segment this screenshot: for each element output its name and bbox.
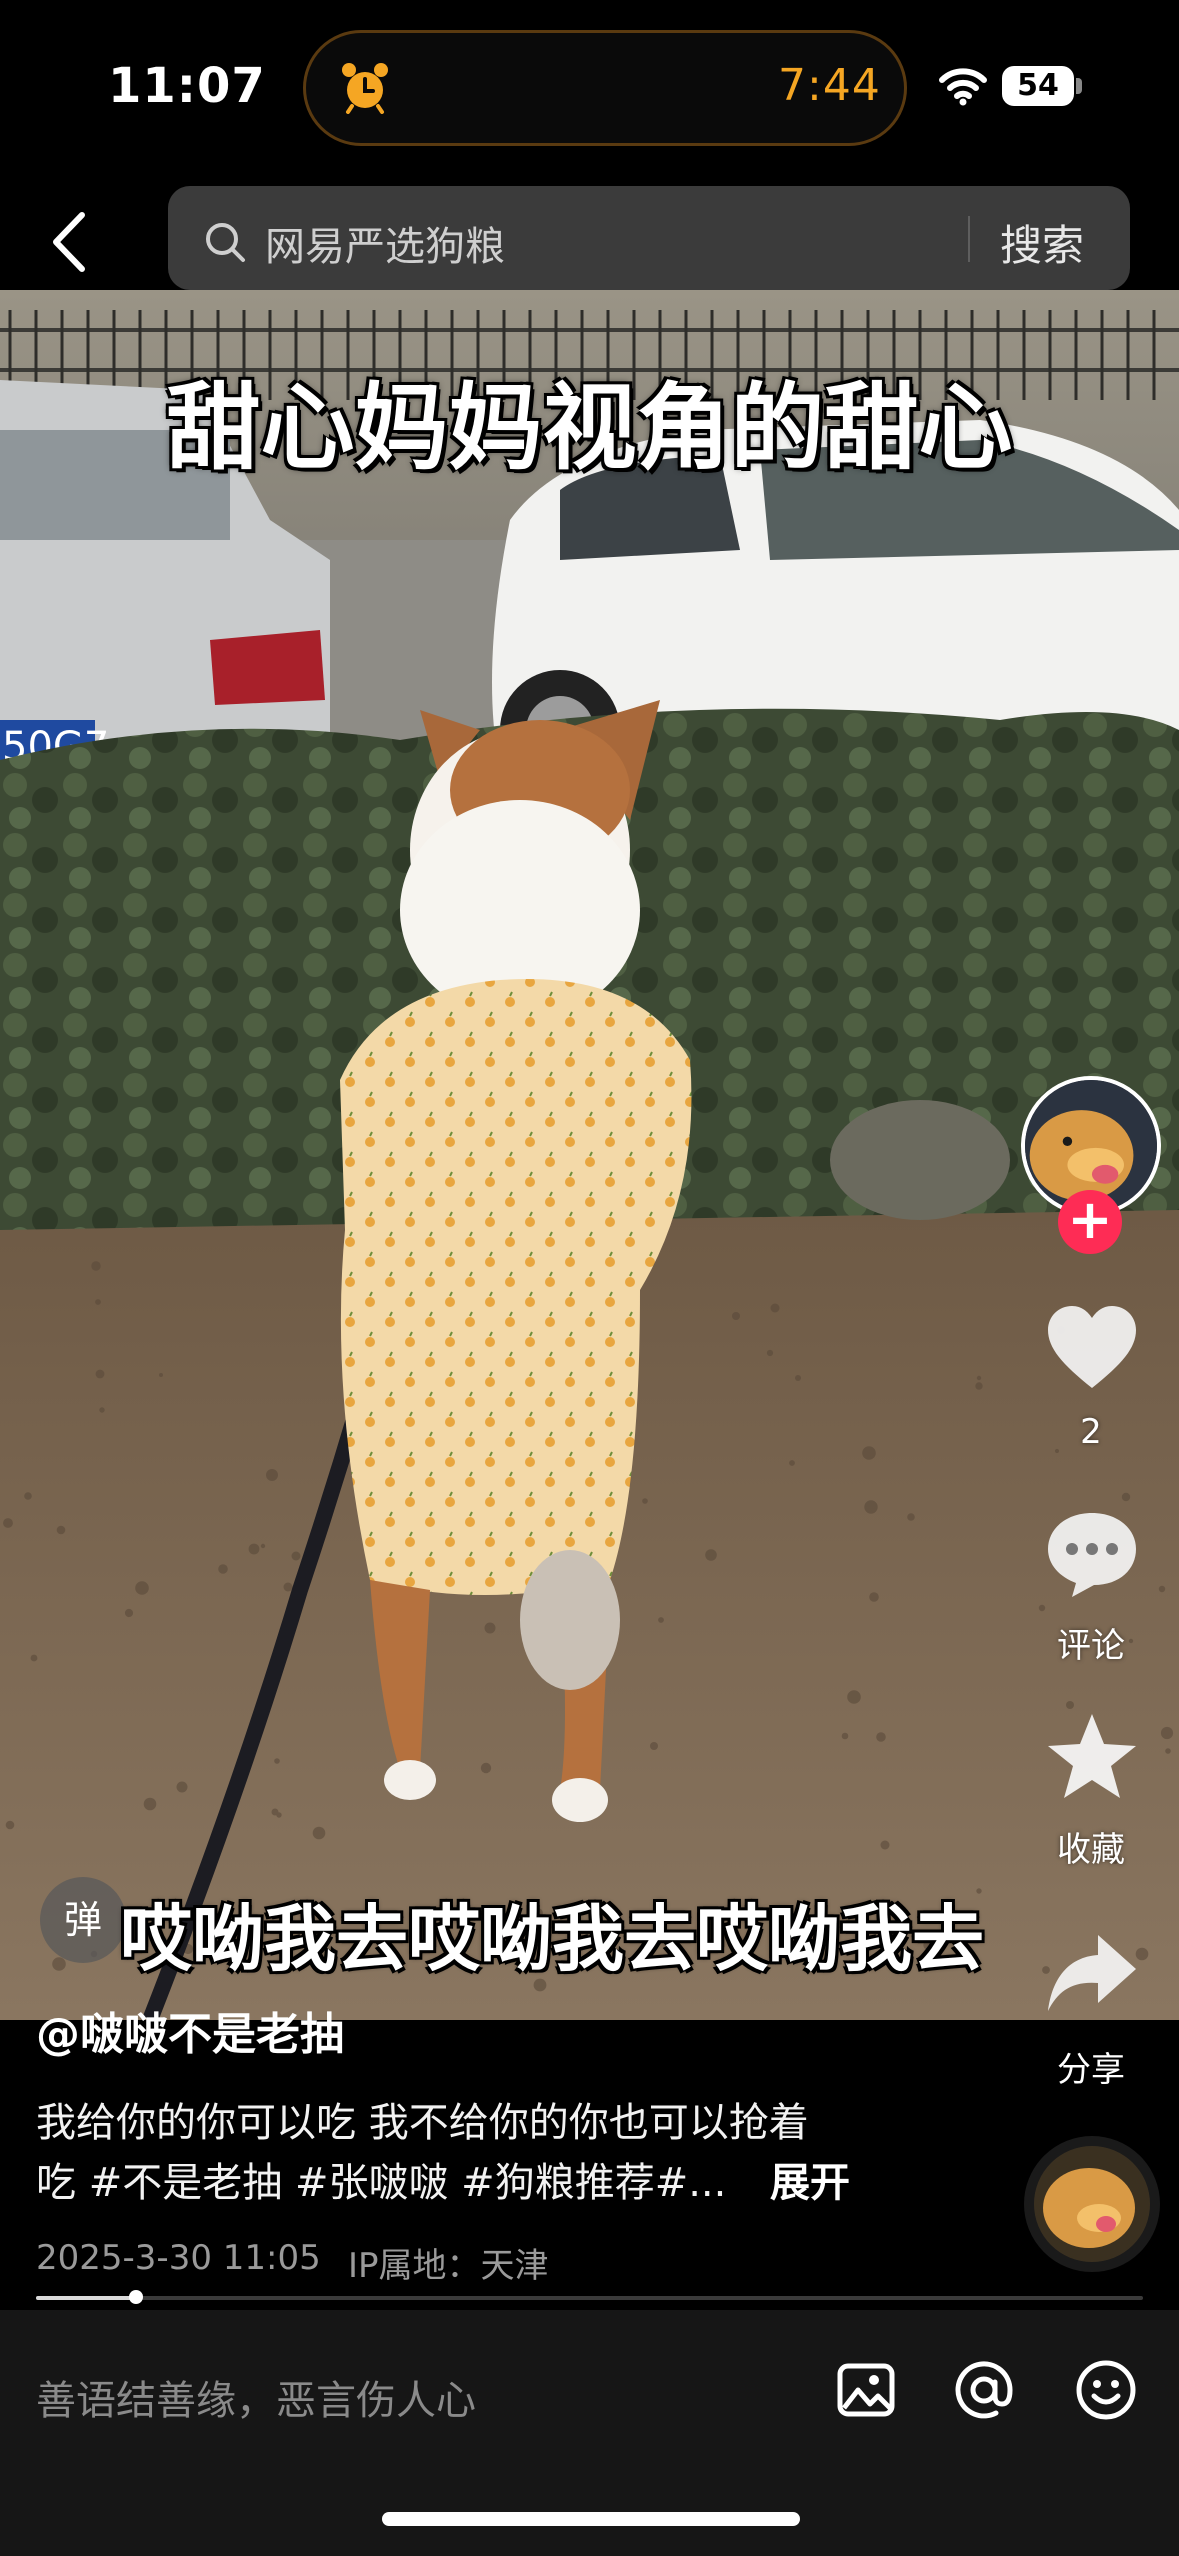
music-cover-icon <box>1034 2146 1150 2262</box>
alarm-countdown: 7:44 <box>778 60 881 111</box>
video-player[interactable]: 50G7 <box>0 290 1179 2020</box>
comment-input[interactable]: 善语结善缘，恶言伤人心 <box>36 2368 476 2426</box>
author-name[interactable]: @啵啵不是老抽 <box>36 1998 344 2062</box>
battery-indicator: 54 <box>1002 66 1074 106</box>
post-date: 2025-3-30 11:05 <box>36 2238 321 2278</box>
search-icon <box>206 223 245 262</box>
video-subtitle: 哎呦我去哎呦我去哎呦我去 <box>120 1897 985 1981</box>
status-time: 11:07 <box>108 58 266 114</box>
video-progress-handle[interactable] <box>129 2290 143 2304</box>
search-button[interactable]: 搜索 <box>1000 212 1084 273</box>
video-frame: 50G7 <box>0 290 1179 2020</box>
comment-icon[interactable] <box>1042 1505 1142 1601</box>
home-indicator[interactable] <box>382 2512 800 2526</box>
mention-at-icon[interactable] <box>952 2358 1016 2422</box>
ip-location: IP属地：天津 <box>348 2246 549 2286</box>
caption-text-line2[interactable]: 吃 #不是老抽 #张啵啵 #狗粮推荐#... <box>36 2150 726 2208</box>
star-icon[interactable] <box>1042 1710 1142 1806</box>
wifi-icon <box>939 68 987 106</box>
search-input[interactable]: 网易严选狗粮 <box>265 214 505 272</box>
share-arrow-icon[interactable] <box>1042 1925 1142 2021</box>
caption-text-line1: 我给你的你可以吃 我不给你的你也可以抢着 <box>36 2100 809 2146</box>
heart-icon[interactable] <box>1042 1300 1142 1396</box>
alarm-clock-icon <box>342 63 388 114</box>
comment-label: 评论 <box>1057 1626 1125 1666</box>
emoji-icon[interactable] <box>1074 2358 1138 2422</box>
back-button[interactable] <box>38 205 98 279</box>
video-progress-bar[interactable] <box>36 2296 1143 2300</box>
danmaku-toggle-button[interactable]: 弹 <box>40 1877 126 1963</box>
expand-caption-link[interactable]: 展开 <box>770 2150 850 2208</box>
share-label: 分享 <box>1057 2050 1125 2090</box>
search-divider <box>968 216 970 262</box>
image-picker-icon[interactable] <box>836 2360 896 2420</box>
music-disc[interactable] <box>1024 2136 1160 2272</box>
favorite-label: 收藏 <box>1057 1830 1125 1870</box>
like-count: 2 <box>1080 1412 1102 1452</box>
video-overlay-title: 甜心妈妈视角的甜心 <box>166 374 1013 483</box>
battery-cap <box>1076 78 1082 94</box>
video-progress-fill <box>36 2296 136 2300</box>
follow-button[interactable]: + <box>1058 1190 1122 1254</box>
